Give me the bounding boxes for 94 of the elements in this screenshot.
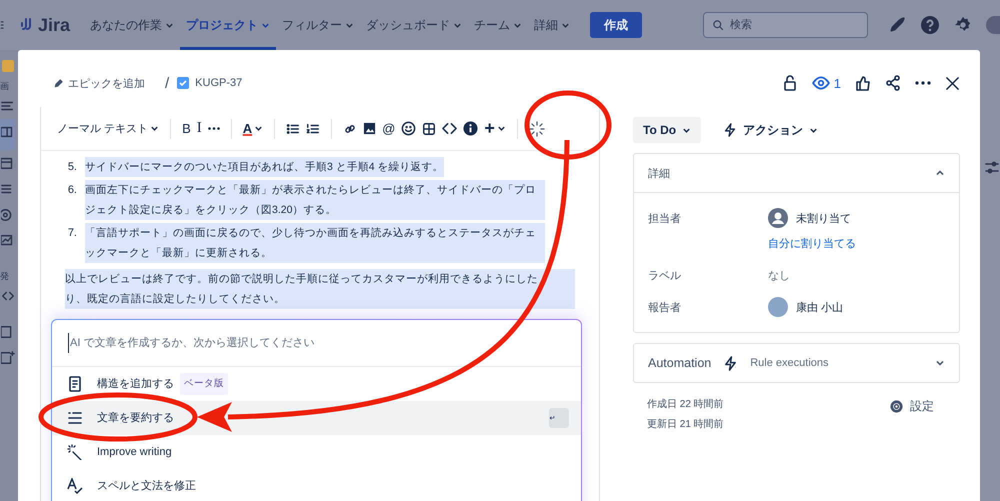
logo-icon [18, 17, 34, 33]
insert-button[interactable]: + [484, 118, 506, 139]
checkbox-icon [177, 77, 190, 89]
text-color-button[interactable]: A [242, 121, 264, 136]
settings-button[interactable]: 設定 [883, 397, 940, 416]
spellcheck-icon [67, 478, 83, 494]
menu-option[interactable]: 構造を追加する ベータ版 [52, 367, 581, 401]
actions-button[interactable]: アクション [717, 120, 824, 140]
sidebar-text: 画 [0, 80, 9, 93]
list-item-text: 「言語サポート」の画面に戻るので、少し待つか画面を再読み込みするとステータスがチェックマークと「最新」に更新される。 [85, 223, 545, 263]
nav-menu-item[interactable]: ダッシュボード [360, 0, 468, 50]
search-icon [712, 19, 724, 31]
caret-icon [150, 124, 160, 133]
help-icon[interactable] [920, 15, 940, 35]
search-field[interactable]: 検索 [703, 12, 868, 38]
field-value: なし [768, 269, 791, 283]
timestamp: 作成日 22 時間前 [647, 398, 724, 411]
code-icon[interactable] [442, 121, 458, 136]
paragraph: 以上でレビューは終了です。前の節で説明した手順に従ってカスタマーが利用できるようにしたり、既定の言語に設定したりしてください。 [65, 269, 575, 309]
more-icon[interactable] [915, 81, 931, 85]
table-icon[interactable] [422, 122, 436, 136]
nav-menu-item[interactable]: フィルター [276, 0, 360, 50]
board-icon[interactable] [1, 125, 15, 139]
document-icon [67, 376, 83, 392]
sidebar-text: 発 [0, 270, 9, 283]
field-label: 報告者 [648, 300, 682, 315]
menu-option[interactable]: スペルと文法を修正 [52, 469, 581, 501]
list-number: 7. [66, 226, 77, 241]
chevron-down-icon[interactable] [935, 358, 945, 368]
summary-list-icon [67, 410, 83, 426]
issue-key[interactable]: KUGP-37 [195, 77, 242, 89]
calendar-icon[interactable] [1, 156, 15, 170]
nav-menu-item[interactable]: チーム [468, 0, 528, 50]
list-item-text: 画面左下にチェックマークと「最新」が表示されたらレビューは終了、サイドバーの「プロジェクト設定に戻る」をクリック（図3.20）する。 [85, 180, 545, 220]
info-icon[interactable] [463, 121, 478, 136]
share-icon[interactable] [885, 75, 901, 91]
field-value: 康由 小山 [796, 300, 844, 314]
lightning-icon [723, 123, 738, 137]
add-page-icon[interactable] [1, 351, 15, 365]
list-item-text: サイドバーにマークのついた項目があれば、手順3 と手順4 を繰り返す。 [85, 157, 444, 177]
close-icon[interactable] [945, 76, 960, 90]
beta-badge: ベータ版 [180, 373, 228, 395]
list-number: 5. [66, 160, 77, 175]
field-label: ラベル [648, 269, 682, 283]
more-icon[interactable] [208, 127, 220, 130]
lock-icon[interactable] [782, 75, 798, 91]
panel-title: 詳細 [648, 166, 670, 180]
assign-to-me-link[interactable]: 自分に割り当てる [768, 236, 945, 251]
caret-icon [254, 124, 264, 133]
user-icon [768, 208, 788, 228]
panel-title: Automation [648, 356, 712, 370]
mention-button[interactable]: @ [382, 121, 396, 136]
field-value: 未割り当て [796, 212, 851, 226]
italic-button[interactable]: I [196, 120, 202, 137]
caret-icon [496, 124, 506, 133]
field-label: 担当者 [648, 212, 682, 226]
caret-icon [345, 20, 354, 30]
logo-text: Jira [38, 14, 70, 36]
caret-icon [682, 126, 692, 134]
image-icon[interactable] [363, 122, 376, 135]
sparkle-icon[interactable] [528, 120, 545, 136]
panel-subtitle: Rule executions [750, 357, 829, 369]
avatar [768, 297, 788, 317]
list-number: 6. [66, 183, 77, 198]
nav-menu-item[interactable]: あなたの作業 [84, 0, 180, 50]
caret-icon [809, 126, 818, 134]
status-dropdown[interactable]: To Do [633, 117, 702, 143]
numbered-list-icon[interactable] [306, 122, 320, 136]
nav-menu-item[interactable]: 詳細 [528, 0, 576, 50]
chart-icon[interactable] [1, 234, 15, 248]
breadcrumb-separator: / [165, 74, 170, 92]
caret-icon [453, 20, 462, 30]
create-button[interactable]: 作成 [590, 12, 642, 38]
pencil-icon [54, 78, 64, 88]
add-epic-link[interactable]: エピックを追加 [54, 76, 145, 90]
eye-icon [812, 74, 830, 92]
magic-wand-icon [67, 444, 83, 460]
list-icon[interactable] [1, 99, 15, 113]
menu-option[interactable]: 文章を要約する [52, 401, 581, 435]
caret-icon [165, 20, 174, 30]
bold-button[interactable]: B [182, 121, 191, 136]
caret-icon [261, 20, 270, 30]
emoji-icon[interactable] [401, 121, 416, 136]
timestamp: 更新日 21 時間前 [647, 418, 724, 431]
chevron-up-icon[interactable] [935, 168, 945, 178]
caret-icon [513, 20, 522, 30]
thumbs-up-icon[interactable] [855, 75, 871, 91]
text-style-dropdown[interactable]: ノーマル テキスト [57, 121, 160, 136]
watch-button[interactable]: 1 [812, 74, 841, 92]
caret-icon [561, 20, 570, 30]
sliders-icon[interactable] [984, 160, 1000, 176]
lightning-icon [723, 356, 738, 370]
bullet-list-icon[interactable] [286, 122, 300, 136]
menu-option[interactable]: Improve writing [52, 435, 581, 469]
